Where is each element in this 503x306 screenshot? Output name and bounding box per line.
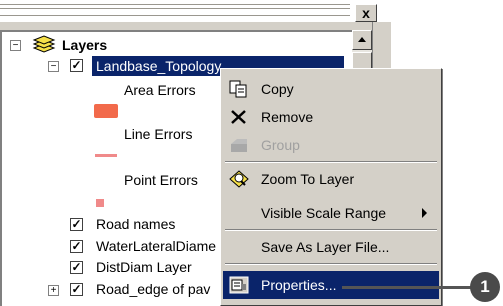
remove-icon <box>231 110 246 124</box>
menu-item-properties[interactable]: Properties... <box>223 271 439 299</box>
road-names-checkbox[interactable]: ✓ <box>70 218 83 231</box>
menu-separator <box>225 161 437 163</box>
group-icon <box>231 139 247 152</box>
window-titlebar[interactable]: x <box>0 0 390 22</box>
menu-item-visible-scale-range[interactable]: Visible Scale Range <box>223 199 439 227</box>
landbase-collapse-toggle[interactable]: − <box>48 61 59 72</box>
menu-item-save-as-layer-file[interactable]: Save As Layer File... <box>223 233 439 261</box>
legend-label-line-errors: Line Errors <box>124 126 193 142</box>
layer-water-lateral-diame[interactable]: WaterLateralDiame <box>96 236 216 256</box>
close-button[interactable]: x <box>355 4 377 22</box>
submenu-arrow-icon <box>422 208 427 218</box>
menu-separator <box>225 229 437 231</box>
menu-label-group: Group <box>261 137 300 153</box>
layer-road-edge-of-pav[interactable]: Road_edge of pav <box>96 279 210 299</box>
zoom-to-layer-icon <box>229 170 249 188</box>
menu-item-remove[interactable]: Remove <box>223 103 439 131</box>
menu-label-visible-scale-range: Visible Scale Range <box>261 205 387 221</box>
close-icon: x <box>362 5 370 21</box>
menu-label-save-as-layer-file: Save As Layer File... <box>261 239 390 255</box>
menu-item-zoom-to-layer[interactable]: Zoom To Layer <box>223 165 439 193</box>
legend-label-area-errors: Area Errors <box>124 82 196 98</box>
menu-label-remove: Remove <box>261 109 314 125</box>
menu-label-zoom-to-layer: Zoom To Layer <box>261 171 355 187</box>
callout-number-badge: 1 <box>470 272 500 302</box>
landbase-visibility-checkbox[interactable]: ✓ <box>70 59 83 72</box>
road-edge-checkbox[interactable]: ✓ <box>70 283 83 296</box>
scroll-up-button[interactable] <box>352 30 372 50</box>
copy-icon <box>229 80 247 98</box>
layers-collapse-toggle[interactable]: − <box>10 40 21 51</box>
menu-separator <box>225 263 437 265</box>
area-errors-symbol <box>94 104 118 118</box>
layer-distdiam[interactable]: DistDiam Layer <box>96 257 192 277</box>
layer-landbase-topology[interactable]: Landbase_Topology <box>96 56 221 76</box>
legend-label-point-errors: Point Errors <box>124 172 198 188</box>
titlebar-grip[interactable] <box>0 4 350 16</box>
point-errors-symbol <box>96 199 104 207</box>
water-lateral-checkbox[interactable]: ✓ <box>70 240 83 253</box>
callout-pointer <box>342 286 472 289</box>
layer-road-names[interactable]: Road names <box>96 214 175 234</box>
layers-root-label[interactable]: Layers <box>62 35 107 55</box>
properties-icon <box>229 276 249 294</box>
screenshot-canvas: x − Layers − ✓ Landbase_Topology Area Er… <box>0 0 503 306</box>
road-edge-expand-toggle[interactable]: + <box>48 285 59 296</box>
distdiam-checkbox[interactable]: ✓ <box>70 261 83 274</box>
menu-label-properties: Properties... <box>261 277 337 293</box>
layers-icon <box>32 35 56 53</box>
menu-item-copy[interactable]: Copy <box>223 75 439 103</box>
menu-label-copy: Copy <box>261 81 294 97</box>
layer-context-menu: Copy Remove Group Zoom To Layer Visible … <box>220 68 442 306</box>
menu-item-group: Group <box>223 131 439 159</box>
line-errors-symbol <box>95 154 117 157</box>
